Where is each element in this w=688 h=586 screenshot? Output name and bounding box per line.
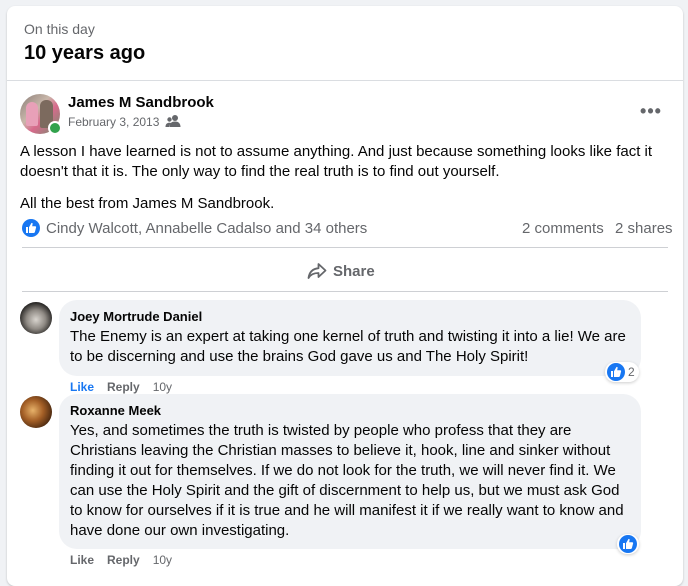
on-this-day-label: On this day	[24, 21, 95, 37]
post-body: A lesson I have learned is not to assume…	[20, 142, 670, 226]
post-date[interactable]: February 3, 2013	[68, 115, 159, 129]
friends-icon	[165, 115, 181, 127]
comment-reply-button[interactable]: Reply	[107, 380, 140, 394]
share-label: Share	[333, 262, 375, 280]
divider	[22, 291, 668, 292]
comment-timestamp[interactable]: 10y	[153, 380, 172, 394]
post-paragraph: A lesson I have learned is not to assume…	[20, 143, 653, 180]
reactors-list[interactable]: Cindy Walcott, Annabelle Cadalso and 34 …	[46, 220, 367, 237]
comments-count-link[interactable]: 2 comments	[522, 220, 604, 237]
memory-card: On this day 10 years ago James M Sandbro…	[7, 6, 683, 586]
comment-like-button[interactable]: Like	[70, 380, 94, 394]
share-icon	[307, 263, 327, 279]
comment-reply-button[interactable]: Reply	[107, 553, 140, 567]
divider	[22, 247, 668, 248]
comment-timestamp[interactable]: 10y	[153, 553, 172, 567]
commenter-avatar[interactable]	[20, 302, 52, 334]
like-reaction-icon	[619, 535, 637, 553]
comment-like-button[interactable]: Like	[70, 553, 94, 567]
more-options-icon[interactable]: •••	[637, 102, 665, 120]
comment-reaction-count[interactable]	[617, 534, 639, 554]
on-this-day-header: On this day 10 years ago	[7, 6, 683, 81]
commenter-name[interactable]: Joey Mortrude Daniel	[70, 309, 202, 324]
comment-actions: Like Reply 10y	[70, 380, 172, 394]
years-ago-title: 10 years ago	[24, 42, 146, 64]
comment-actions: Like Reply 10y	[70, 553, 172, 567]
commenter-name[interactable]: Roxanne Meek	[70, 403, 161, 418]
reaction-count: 2	[628, 365, 635, 379]
comment-text: Yes, and sometimes the truth is twisted …	[70, 422, 624, 539]
reaction-summary[interactable]	[22, 219, 40, 237]
share-button[interactable]: Share	[307, 260, 375, 282]
shares-count-link[interactable]: 2 shares	[615, 220, 673, 237]
post-paragraph: All the best from James M Sandbrook.	[20, 195, 275, 212]
comment-bubble: Joey Mortrude Daniel The Enemy is an exp…	[59, 300, 641, 376]
comment-text: The Enemy is an expert at taking one ker…	[70, 328, 626, 365]
comment-reaction-count[interactable]: 2	[605, 362, 639, 382]
online-status-dot	[48, 121, 62, 135]
comment-bubble: Roxanne Meek Yes, and sometimes the trut…	[59, 394, 641, 549]
like-reaction-icon	[22, 219, 40, 237]
post-author-name[interactable]: James M Sandbrook	[68, 94, 214, 111]
like-reaction-icon	[607, 363, 625, 381]
commenter-avatar[interactable]	[20, 396, 52, 428]
